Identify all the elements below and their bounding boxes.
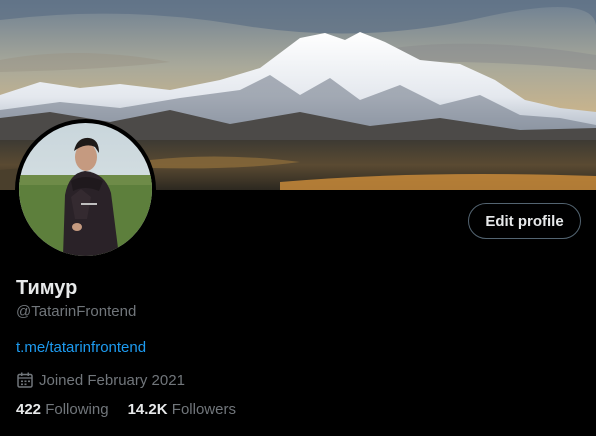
joined-label: Joined February 2021 [39, 371, 185, 389]
following-count: 422 [16, 401, 42, 418]
following-link[interactable]: 422 Following [16, 401, 109, 419]
followers-count: 14.2K [127, 401, 168, 418]
profile-header: Edit profile Тимур @TatarinFrontend t.me… [0, 0, 596, 436]
bio-link[interactable]: t.me/tatarinfrontend [16, 339, 146, 357]
handle: @TatarinFrontend [16, 303, 137, 320]
avatar-photo-icon [19, 123, 152, 256]
followers-label: Followers [171, 401, 236, 418]
edit-profile-button[interactable]: Edit profile [468, 203, 581, 239]
follow-stats: 422 Following 14.2K Followers [16, 401, 255, 419]
followers-link[interactable]: 14.2K Followers [128, 401, 236, 419]
display-name: Тимур [16, 277, 78, 299]
avatar[interactable] [15, 119, 156, 260]
joined-date: Joined February 2021 [16, 371, 185, 389]
following-label: Following [45, 401, 109, 418]
calendar-icon [16, 371, 34, 389]
